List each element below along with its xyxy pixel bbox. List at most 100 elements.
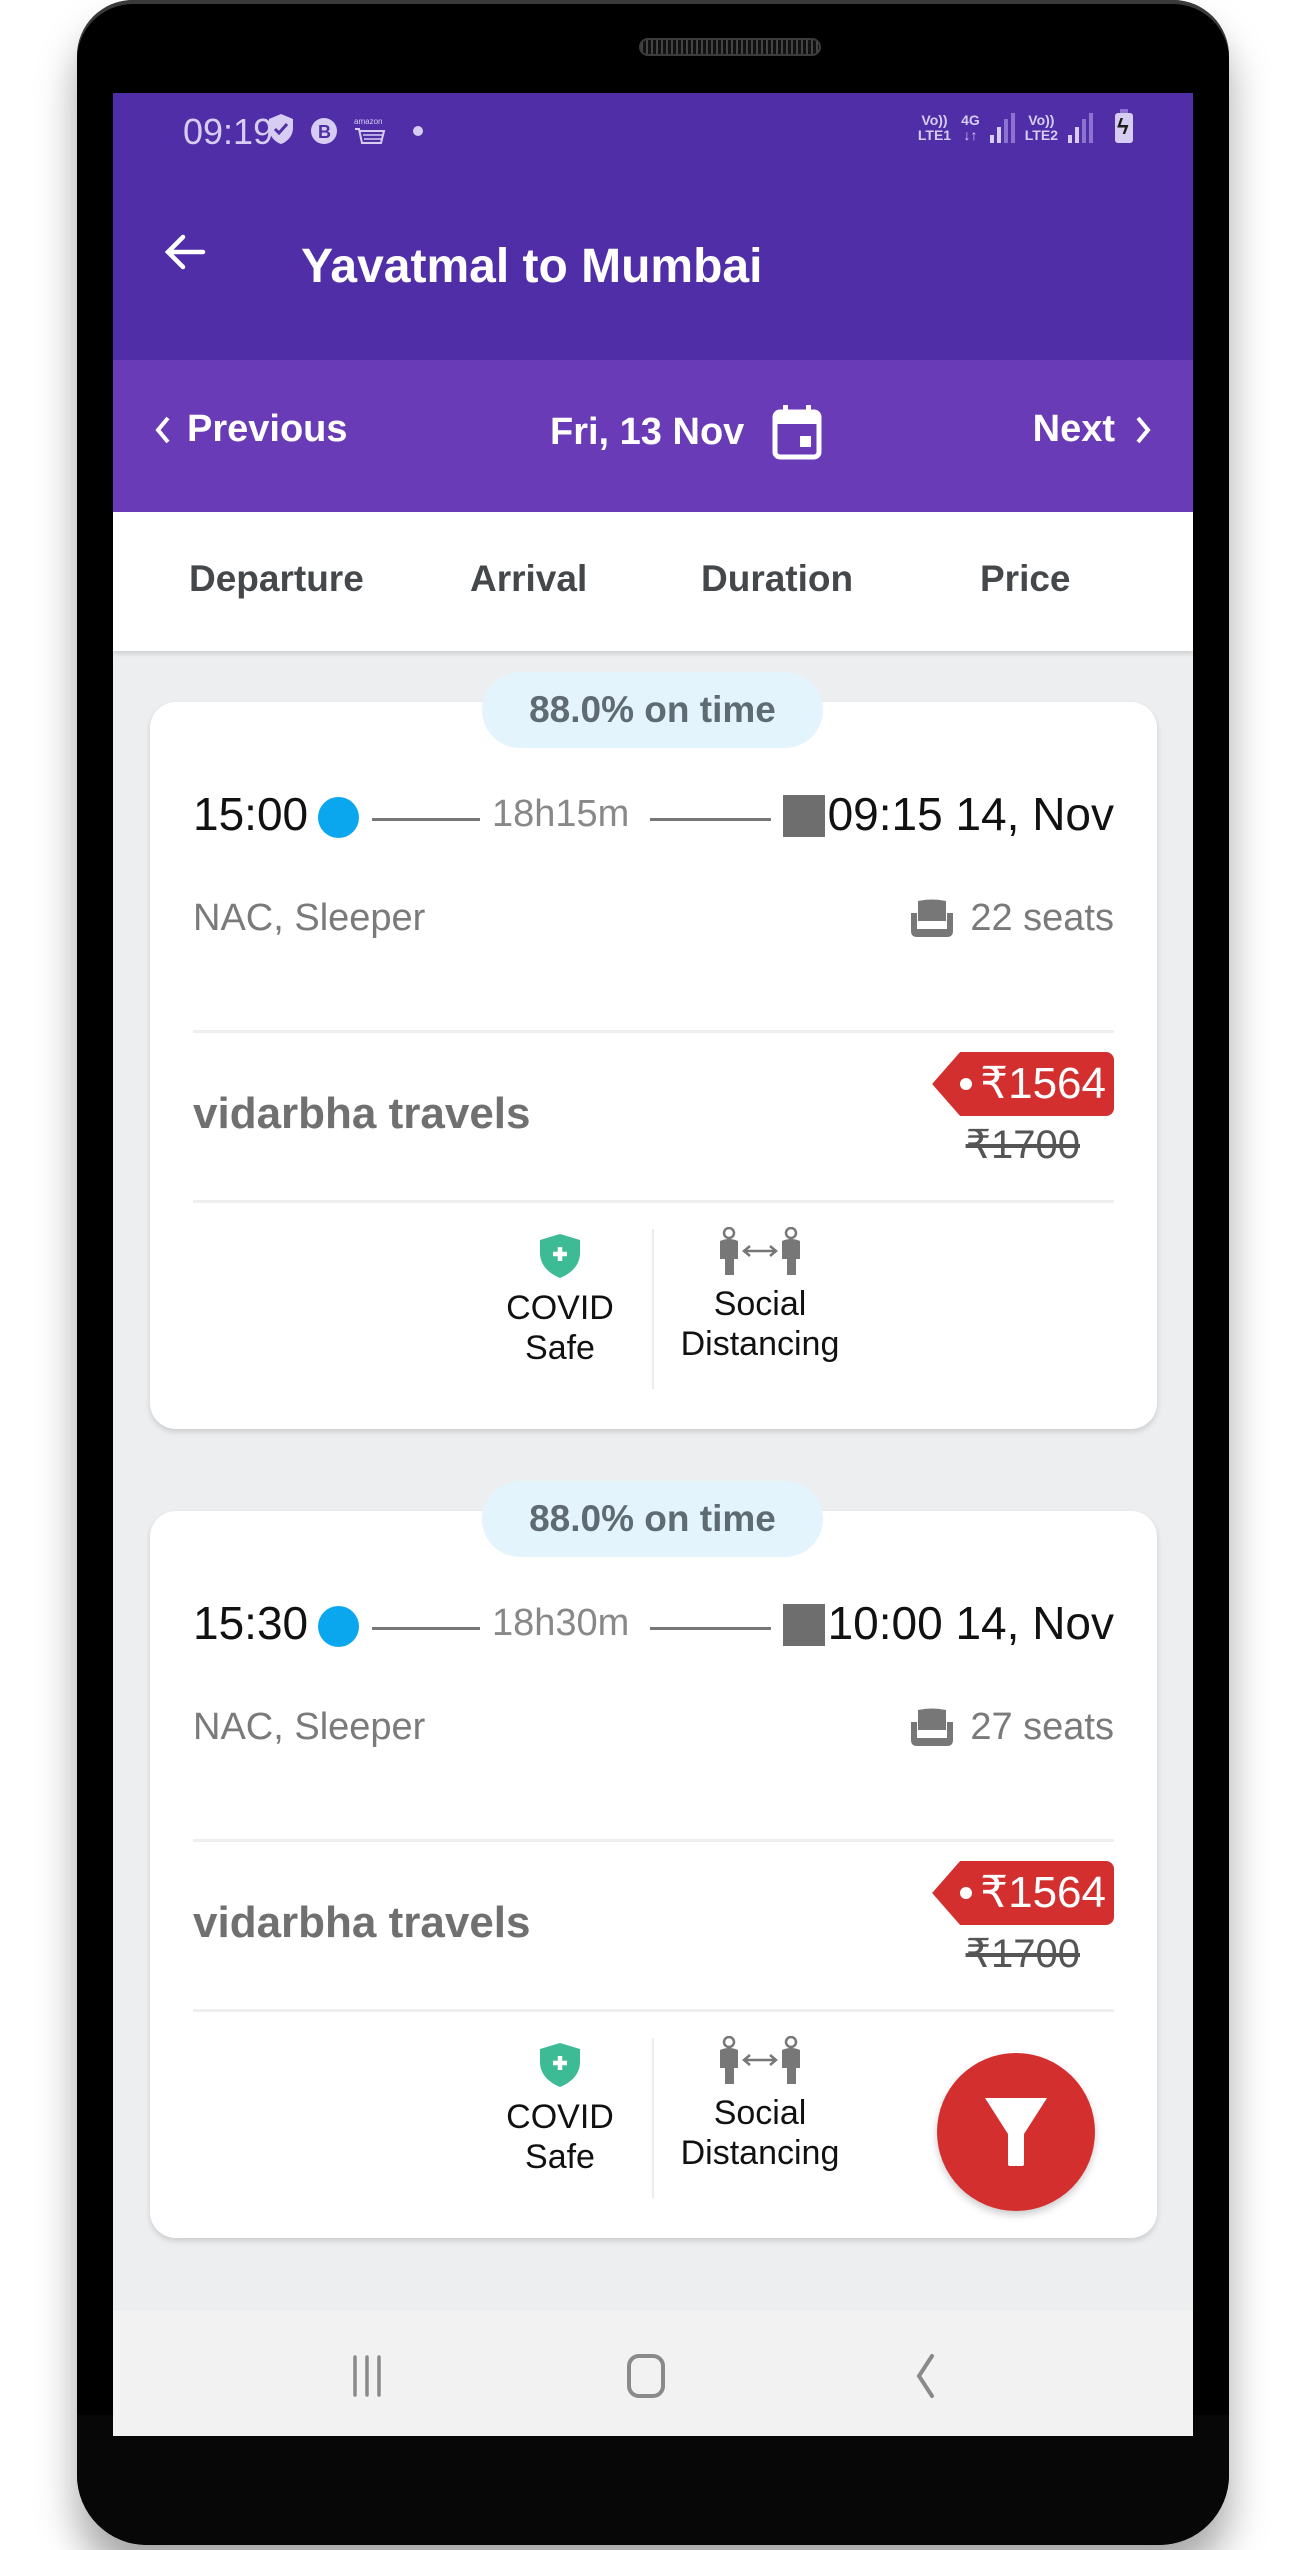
arrow-left-icon	[164, 234, 206, 270]
departure-time: 15:30	[193, 1597, 309, 1649]
signal-bars-1-icon	[989, 113, 1015, 143]
battery-charging-icon	[1115, 109, 1133, 143]
phone-speaker	[639, 38, 821, 56]
sort-duration[interactable]: Duration	[701, 558, 853, 600]
sim2-label: LTE2	[1024, 127, 1058, 143]
signal-bars-2-icon	[1068, 113, 1093, 143]
status-right-cluster: Vo)) LTE1 4G ↓↑ Vo)) LTE2	[918, 109, 1133, 143]
amenity-label: Safe	[525, 2138, 595, 2176]
status-bar: 09:19 B amazon Vo)) LTE1 4G ↓↑ Vo)) LTE2…	[113, 93, 1193, 159]
amenity-separator	[652, 1229, 654, 1389]
shield-check-icon	[268, 113, 294, 150]
card-divider	[193, 1030, 1114, 1033]
next-label: Next	[1032, 408, 1115, 450]
svg-text:amazon: amazon	[354, 117, 382, 126]
amenity-label: Social	[713, 1285, 807, 1323]
amenity-covid-safe: COVID Safe	[485, 1227, 635, 1368]
sim1-volte: Vo))	[921, 112, 948, 128]
card-divider	[193, 1839, 1114, 1842]
bus-type: NAC, Sleeper	[193, 1706, 426, 1748]
back-icon	[916, 2354, 934, 2398]
amenity-separator	[652, 2038, 654, 2198]
home-button[interactable]	[616, 2351, 676, 2401]
on-time-badge: 88.0% on time	[482, 672, 823, 748]
app-bar: Yavatmal to Mumbai	[113, 159, 1193, 360]
previous-day-button[interactable]: Previous	[153, 408, 348, 451]
system-nav-bar	[113, 2311, 1193, 2436]
timeline-line	[372, 818, 480, 821]
selected-date: Fri, 13 Nov	[550, 410, 745, 453]
discounted-price-tag: ₹1564	[932, 1052, 1114, 1116]
chevron-left-icon	[155, 416, 170, 443]
amenity-social-distancing: Social Distancing	[665, 2035, 855, 2173]
amenity-label: Social	[713, 2094, 807, 2132]
departure-time: 15:00	[193, 788, 309, 840]
covid-shield-icon	[540, 2043, 580, 2087]
recents-button[interactable]	[337, 2351, 397, 2401]
back-button[interactable]	[153, 219, 223, 289]
amenity-label: Distancing	[680, 1325, 840, 1363]
b-app-icon: B	[310, 117, 338, 150]
timeline-line	[650, 818, 771, 821]
amenity-label: COVID	[506, 2098, 614, 2136]
sim2-volte: Vo))	[1028, 112, 1055, 128]
previous-label: Previous	[187, 408, 348, 450]
journey-duration: 18h15m	[492, 793, 630, 835]
seats-count: 27 seats	[970, 1706, 1114, 1748]
operator-name: vidarbha travels	[193, 1089, 531, 1138]
notification-dot-icon	[413, 123, 423, 141]
amenity-label: Safe	[525, 1329, 595, 1367]
bus-result-card[interactable]: 88.0% on time 15:00 18h15m 09:15 14, Nov…	[150, 672, 1157, 1429]
discounted-price-tag: ₹1564	[932, 1861, 1114, 1925]
journey-duration: 18h30m	[492, 1602, 630, 1644]
arrival-time: 10:00 14, Nov	[827, 1597, 1114, 1649]
social-distancing-icon	[720, 1226, 800, 1275]
sim1-indicator: Vo)) LTE1	[918, 113, 951, 143]
sort-departure[interactable]: Departure	[189, 558, 364, 600]
page-title: Yavatmal to Mumbai	[301, 240, 763, 293]
sort-arrival[interactable]: Arrival	[470, 558, 587, 600]
card-divider	[193, 1200, 1114, 1203]
network-type: 4G	[961, 112, 980, 128]
sort-bar: Departure Arrival Duration Price	[113, 512, 1193, 651]
next-day-button[interactable]: Next	[1033, 408, 1153, 451]
seat-availability: 22 seats	[910, 897, 1114, 940]
network-indicator: 4G ↓↑	[961, 113, 980, 143]
amenity-label: Distancing	[680, 2134, 840, 2172]
journey-timeline: 15:30 18h30m 10:00 14, Nov	[193, 1596, 1114, 1656]
sim2-indicator: Vo)) LTE2	[1025, 113, 1058, 143]
filter-button[interactable]	[937, 2053, 1095, 2211]
amenity-label: COVID	[506, 1289, 614, 1327]
system-back-button[interactable]	[895, 2351, 955, 2401]
filter-icon	[985, 2098, 1047, 2166]
date-navigation-bar: Previous Fri, 13 Nov Next	[113, 360, 1193, 512]
app-screen: 09:19 B amazon Vo)) LTE1 4G ↓↑ Vo)) LTE2…	[113, 93, 1193, 2436]
operator-name: vidarbha travels	[193, 1898, 531, 1947]
social-distancing-icon	[720, 2035, 800, 2084]
seat-icon	[911, 1708, 954, 1746]
journey-timeline: 15:00 18h15m 09:15 14, Nov	[193, 787, 1114, 847]
covid-shield-icon	[540, 1234, 580, 1278]
arrival-square-icon	[783, 795, 825, 837]
original-price: ₹1700	[965, 1932, 1080, 1976]
data-arrows-icon: ↓↑	[963, 127, 978, 143]
seat-icon	[911, 899, 954, 937]
sort-price[interactable]: Price	[980, 558, 1071, 600]
timeline-line	[650, 1627, 771, 1630]
arrival-square-icon	[783, 1604, 825, 1646]
original-price: ₹1700	[965, 1123, 1080, 1167]
home-icon	[627, 2354, 665, 2398]
card-divider	[193, 2009, 1114, 2012]
seats-count: 22 seats	[970, 897, 1114, 939]
amenity-covid-safe: COVID Safe	[485, 2036, 635, 2177]
on-time-badge: 88.0% on time	[482, 1481, 823, 1557]
departure-dot-icon	[318, 797, 359, 838]
calendar-icon	[772, 405, 822, 460]
date-picker-button[interactable]: Fri, 13 Nov	[550, 404, 822, 460]
arrival-time: 09:15 14, Nov	[827, 788, 1114, 840]
amenity-social-distancing: Social Distancing	[665, 1226, 855, 1364]
chevron-right-icon	[1136, 416, 1151, 443]
departure-dot-icon	[318, 1606, 359, 1647]
timeline-line	[372, 1627, 480, 1630]
amazon-cart-icon: amazon	[353, 115, 387, 152]
